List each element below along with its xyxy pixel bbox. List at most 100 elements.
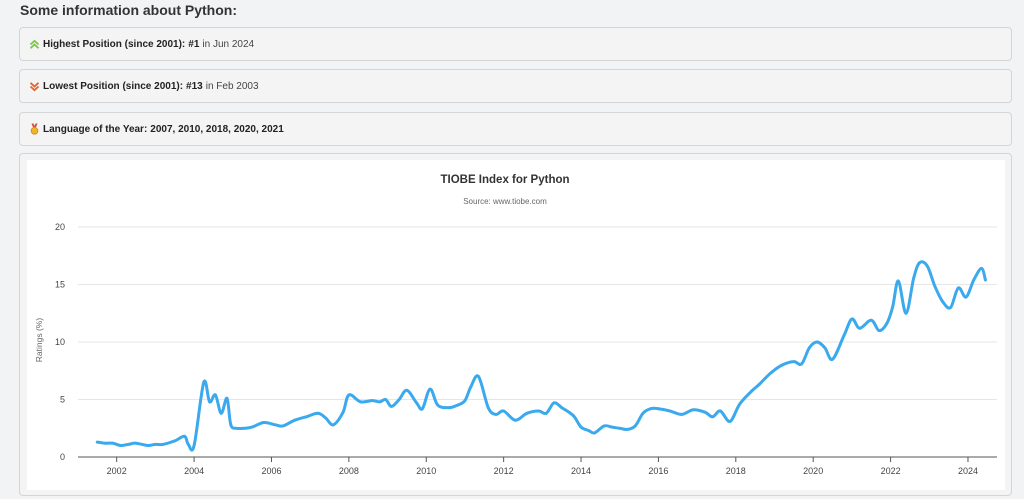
x-tick-label: 2016: [648, 466, 668, 476]
data-point: [823, 346, 827, 350]
data-point: [711, 415, 714, 419]
lowest-position-date: in Feb 2003: [205, 80, 259, 92]
data-point: [703, 410, 707, 414]
data-point: [964, 295, 968, 299]
data-point: [186, 443, 190, 446]
data-point: [792, 360, 796, 363]
data-point: [304, 415, 308, 419]
data-point: [359, 400, 362, 404]
data-point: [154, 443, 157, 446]
data-point: [262, 421, 266, 424]
data-point: [537, 409, 540, 413]
y-axis-title: Ratings (%): [34, 318, 44, 363]
data-point: [421, 407, 424, 411]
data-point: [477, 375, 480, 378]
x-tick-label: 2024: [958, 466, 978, 476]
data-point: [552, 401, 556, 405]
data-point: [877, 329, 881, 332]
data-point: [126, 443, 130, 446]
data-point: [618, 426, 622, 430]
x-tick-label: 2004: [184, 466, 204, 476]
data-point: [235, 426, 239, 430]
chart-title: TIOBE Index for Python: [440, 174, 569, 186]
data-point: [918, 261, 921, 265]
data-point: [370, 399, 374, 402]
data-point: [941, 300, 945, 304]
data-point: [192, 444, 196, 447]
data-point: [544, 411, 548, 415]
highest-position-date: in Jun 2024: [202, 38, 255, 50]
data-point: [593, 431, 596, 435]
data-point: [807, 346, 811, 350]
data-point: [219, 411, 223, 415]
data-point: [633, 424, 637, 428]
data-point: [815, 340, 819, 344]
data-point: [316, 411, 320, 415]
data-point: [390, 405, 393, 408]
data-point: [571, 414, 575, 417]
lowest-position-value: #13: [186, 80, 203, 92]
data-point: [324, 416, 327, 420]
language-of-year-label: Language of the Year:: [43, 123, 148, 135]
chart-subtitle: Source: www.tiobe.com: [463, 197, 547, 206]
double-chevron-up-icon: [28, 38, 40, 50]
data-point: [281, 424, 285, 428]
data-point: [405, 388, 409, 392]
x-tick-label: 2008: [339, 466, 359, 476]
x-tick-label: 2020: [803, 466, 823, 476]
medal-icon: [28, 123, 40, 135]
data-point: [146, 444, 150, 447]
data-point: [602, 424, 606, 428]
data-point: [293, 418, 297, 422]
data-point: [560, 406, 564, 409]
data-point: [103, 441, 107, 445]
data-point: [415, 401, 418, 405]
x-tick-label: 2002: [107, 466, 127, 476]
y-tick-labels: 0 5 10 15 20: [55, 222, 65, 462]
data-point: [347, 393, 351, 397]
data-point: [502, 409, 505, 413]
data-point: [728, 420, 732, 423]
data-point: [972, 278, 976, 282]
data-point: [780, 363, 784, 367]
data-point: [641, 411, 645, 415]
data-point: [134, 441, 138, 445]
x-tick-label: 2010: [416, 466, 436, 476]
data-point: [428, 387, 432, 391]
data-point: [332, 423, 335, 427]
data-point: [980, 267, 983, 270]
data-point: [161, 443, 165, 446]
data-point: [378, 400, 382, 404]
data-point: [691, 408, 695, 412]
data-point: [214, 393, 217, 397]
data-point: [933, 285, 937, 289]
data-point: [668, 409, 672, 413]
data-point: [486, 406, 490, 409]
data-point: [273, 423, 277, 427]
data-point: [896, 279, 900, 283]
y-tick-label: 0: [60, 452, 65, 462]
data-point: [384, 398, 387, 401]
series-layer: [95, 260, 987, 452]
highest-position-value: #1: [188, 38, 200, 50]
data-point: [904, 311, 908, 315]
data-point: [925, 264, 929, 268]
data-point: [183, 434, 186, 438]
data-point: [494, 413, 498, 416]
x-tick-label: 2012: [494, 466, 514, 476]
data-point: [119, 444, 122, 447]
data-point: [95, 440, 99, 444]
data-point: [769, 371, 772, 375]
data-point: [912, 276, 916, 279]
x-tick-label: 2006: [261, 466, 281, 476]
data-point: [111, 441, 115, 445]
section-heading: Some information about Python:: [20, 2, 237, 18]
data-point: [579, 425, 583, 429]
grid-lines: [78, 226, 997, 400]
double-chevron-down-icon: [28, 80, 40, 92]
data-point: [626, 428, 629, 431]
data-point: [587, 429, 591, 432]
highest-position-label: Highest Position (since 2001):: [43, 38, 186, 50]
data-point: [885, 322, 889, 325]
highest-position-box: Highest Position (since 2001): #1 in Jun…: [19, 27, 1012, 61]
